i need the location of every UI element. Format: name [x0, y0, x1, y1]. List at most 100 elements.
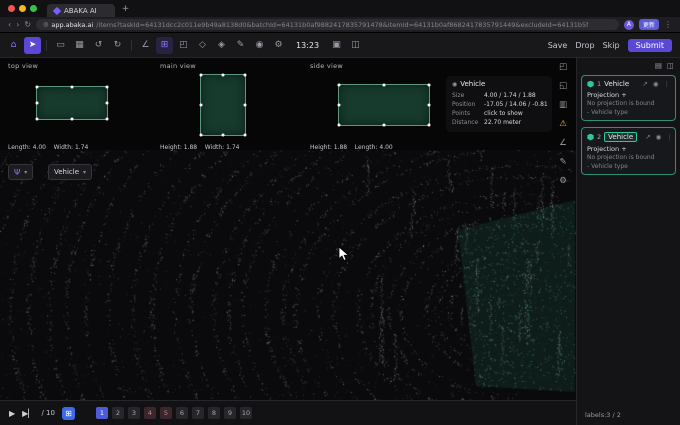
select-tool-icon[interactable]: ➤: [24, 36, 41, 54]
undo-icon[interactable]: ↺: [90, 37, 107, 54]
home-icon[interactable]: ⌂: [5, 37, 22, 54]
annotation-card-1[interactable]: 1 Vehicle ↗ ◉ ⋮ Projection + No projecti…: [581, 75, 676, 121]
box-handle[interactable]: [243, 133, 247, 137]
page-button-7[interactable]: 7: [191, 407, 204, 419]
draw-tool-icon[interactable]: ✎: [232, 37, 249, 54]
projection-row[interactable]: Projection +: [587, 91, 670, 99]
box-handle[interactable]: [382, 83, 386, 87]
point-cloud-canvas[interactable]: [0, 150, 576, 400]
box-handle[interactable]: [243, 73, 247, 77]
tag-tool-icon[interactable]: ◈: [213, 37, 230, 54]
columns-icon[interactable]: ◫: [667, 61, 674, 70]
more-icon[interactable]: ⋮: [664, 80, 671, 88]
forward-icon[interactable]: ›: [16, 20, 19, 29]
box-handle[interactable]: [427, 103, 431, 107]
window-close-button[interactable]: [8, 5, 15, 12]
cube-icon[interactable]: ◰: [556, 60, 570, 74]
box-handle[interactable]: [221, 73, 225, 77]
box-handle[interactable]: [427, 123, 431, 127]
box-handle[interactable]: [199, 103, 203, 107]
page-button-9[interactable]: 9: [223, 407, 236, 419]
measure-tool-icon[interactable]: ∠: [137, 37, 154, 54]
box-handle[interactable]: [105, 117, 109, 121]
box-handle[interactable]: [35, 101, 39, 105]
eye-icon[interactable]: ◉: [653, 80, 659, 88]
browser-menu-icon[interactable]: ⋮: [664, 20, 672, 29]
page-button-1[interactable]: 1: [95, 407, 108, 419]
skip-button[interactable]: Skip: [603, 41, 620, 50]
box-handle[interactable]: [35, 117, 39, 121]
box-handle[interactable]: [35, 85, 39, 89]
pencil-icon[interactable]: ✎: [556, 155, 570, 169]
drop-button[interactable]: Drop: [575, 41, 594, 50]
update-badge[interactable]: 更新: [638, 19, 659, 30]
box-handle[interactable]: [199, 133, 203, 137]
rect-tool-icon[interactable]: ▭: [52, 37, 69, 54]
rows-icon[interactable]: ▥: [556, 98, 570, 112]
settings-icon[interactable]: ⚙: [270, 37, 287, 54]
box-handle[interactable]: [221, 133, 225, 137]
box-handle[interactable]: [337, 103, 341, 107]
save-button[interactable]: Save: [548, 41, 568, 50]
page-button-5[interactable]: 5: [159, 407, 172, 419]
quad-view-icon[interactable]: ▦: [71, 37, 88, 54]
link-icon[interactable]: ↗: [642, 80, 647, 88]
page-button-4[interactable]: 4: [143, 407, 156, 419]
main-view-bounding-box[interactable]: [199, 73, 247, 137]
distance-value: 22.70 meter: [484, 119, 522, 126]
cube-tool-icon[interactable]: ◰: [175, 37, 192, 54]
box-handle[interactable]: [105, 101, 109, 105]
page-button-2[interactable]: 2: [111, 407, 124, 419]
submit-button[interactable]: Submit: [627, 38, 672, 52]
new-tab-button[interactable]: +: [122, 4, 130, 14]
box-handle[interactable]: [70, 117, 74, 121]
box-handle[interactable]: [105, 85, 109, 89]
grid-tool-icon[interactable]: ⊞: [156, 36, 173, 54]
window-zoom-button[interactable]: [30, 5, 37, 12]
box-handle[interactable]: [199, 73, 203, 77]
angle-icon[interactable]: ∠: [556, 136, 570, 150]
more-icon[interactable]: ⋮: [666, 133, 673, 141]
address-bar[interactable]: ◎ app.abaka.ai /items?taskId=64131dcc2c0…: [36, 19, 619, 30]
annotation-card-2[interactable]: 2 Vehicle ↗ ◉ ⋮ Projection + No projecti…: [581, 127, 676, 175]
polygon-tool-icon[interactable]: ◇: [194, 37, 211, 54]
points-value[interactable]: click to show: [484, 109, 523, 118]
layers-icon[interactable]: ◱: [556, 79, 570, 93]
link-icon[interactable]: ↗: [645, 133, 650, 141]
box-handle[interactable]: [382, 123, 386, 127]
page-button-3[interactable]: 3: [127, 407, 140, 419]
eye-icon[interactable]: ◉: [656, 133, 662, 141]
step-forward-button[interactable]: ▶▏: [22, 409, 34, 418]
gear-icon[interactable]: ⚙: [556, 174, 570, 188]
box-handle[interactable]: [243, 103, 247, 107]
play-button[interactable]: ▶: [9, 409, 15, 418]
collapse-icon[interactable]: ▤: [655, 61, 662, 70]
annotation-label[interactable]: Vehicle: [604, 132, 638, 142]
page-button-6[interactable]: 6: [175, 407, 188, 419]
reload-icon[interactable]: ↻: [24, 20, 31, 29]
back-icon[interactable]: ‹: [8, 20, 11, 29]
top-view-bounding-box[interactable]: [35, 85, 109, 121]
site-info-icon[interactable]: ◎: [43, 21, 48, 28]
box-handle[interactable]: [427, 83, 431, 87]
panel-toggle-icon[interactable]: ▣: [328, 37, 345, 54]
projection-row[interactable]: Projection +: [587, 145, 670, 153]
labels-count: labels:3 / 2: [585, 411, 621, 419]
window-minimize-button[interactable]: [19, 5, 26, 12]
profile-avatar[interactable]: A: [623, 19, 634, 30]
side-view-bounding-box[interactable]: [337, 83, 431, 127]
annotation-label[interactable]: Vehicle: [604, 80, 629, 88]
frame-grid-button[interactable]: ⊞: [61, 406, 75, 420]
split-view-icon[interactable]: ◫: [347, 37, 364, 54]
box-handle[interactable]: [70, 85, 74, 89]
box-handle[interactable]: [337, 83, 341, 87]
class-dropdown[interactable]: Vehicle ▾: [48, 164, 93, 180]
box-handle[interactable]: [337, 123, 341, 127]
tool-mode-dropdown[interactable]: Ψ ▾: [8, 164, 34, 180]
browser-tab[interactable]: ABAKA AI: [47, 4, 115, 17]
warning-icon[interactable]: ⚠: [556, 117, 570, 131]
page-button-10[interactable]: 10: [239, 407, 252, 419]
visibility-tool-icon[interactable]: ◉: [251, 37, 268, 54]
page-button-8[interactable]: 8: [207, 407, 220, 419]
redo-icon[interactable]: ↻: [109, 37, 126, 54]
